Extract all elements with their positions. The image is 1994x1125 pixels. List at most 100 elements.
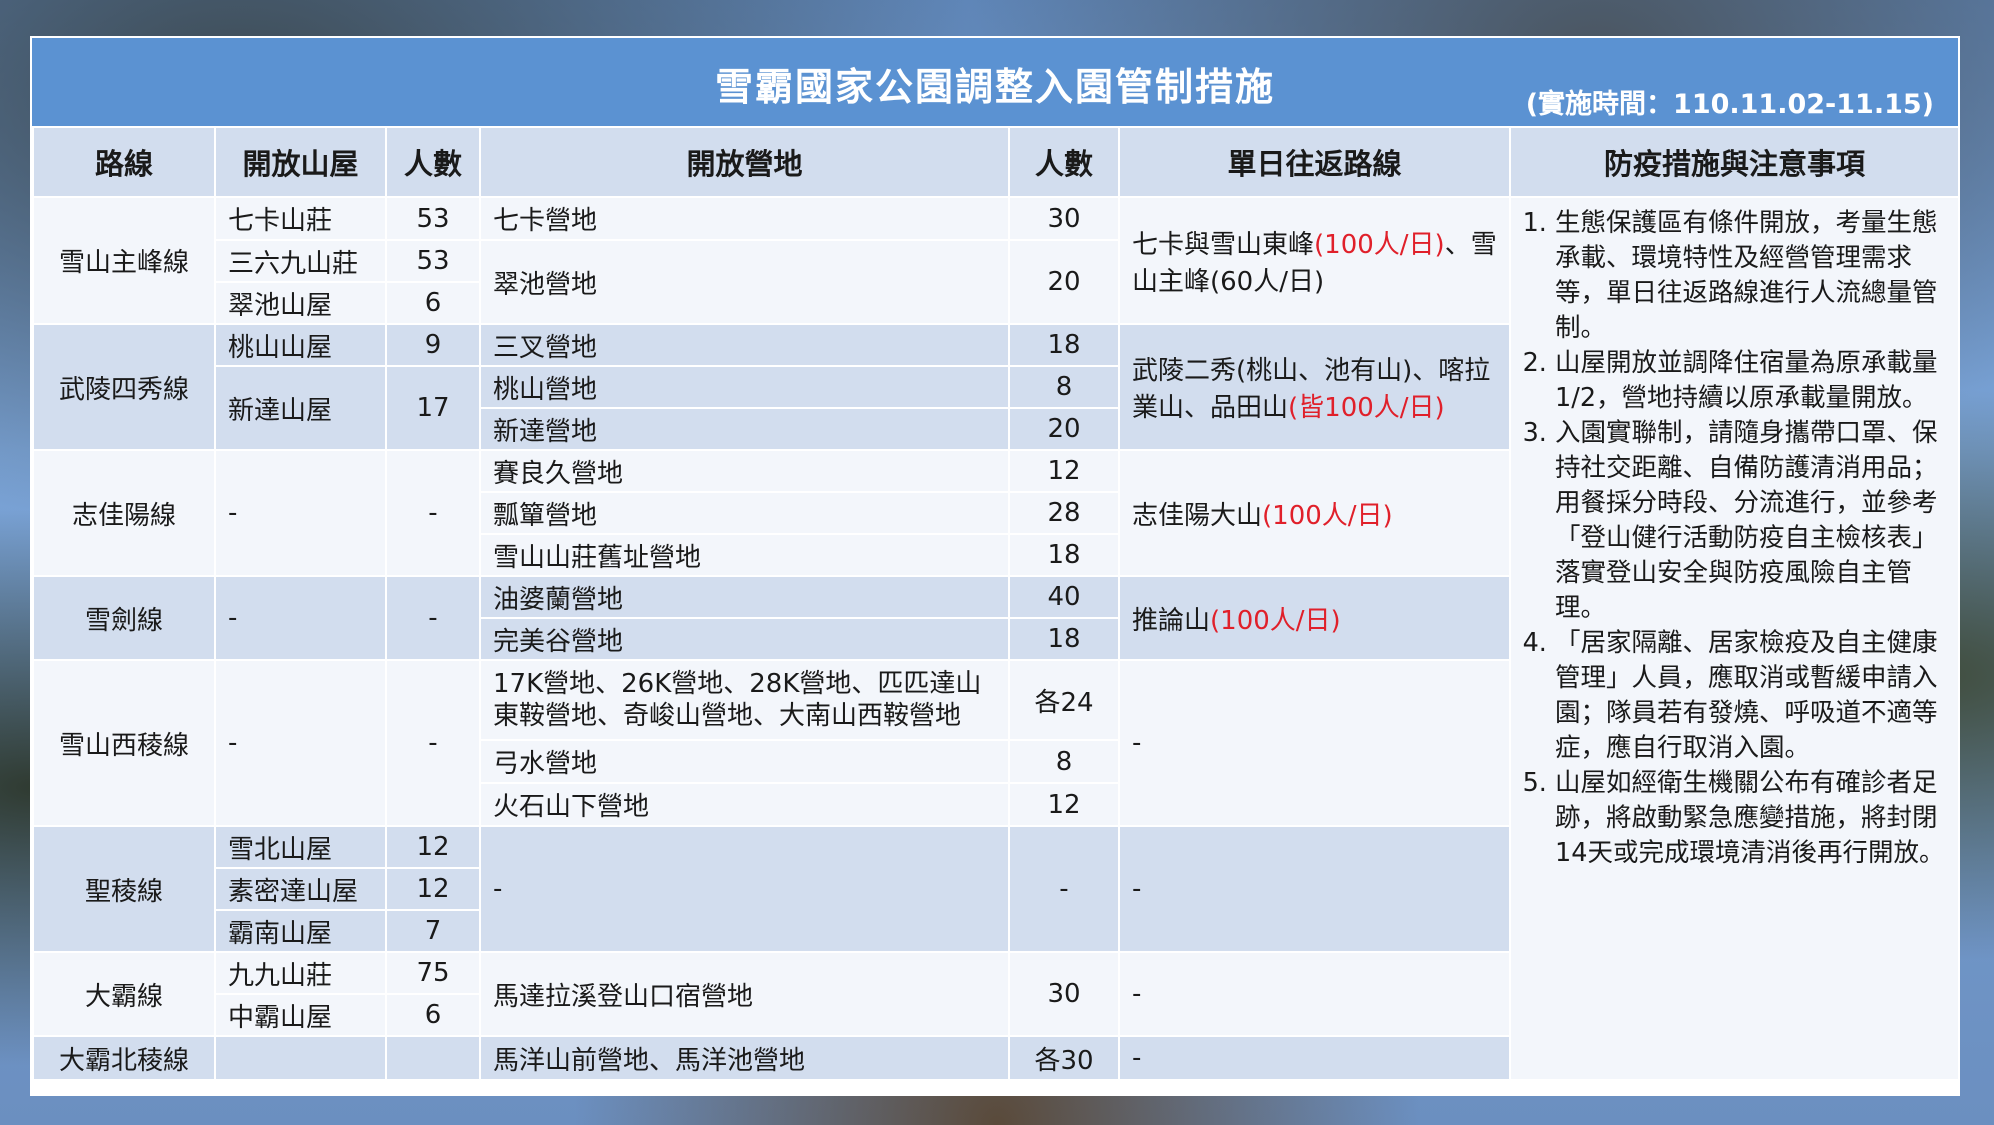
cabin-name: 新達山屋 [214, 365, 387, 451]
camp-name: 桃山營地 [479, 365, 1010, 409]
cabin-name: 九九山莊 [214, 951, 387, 995]
cabin-count: 6 [385, 993, 481, 1037]
col-header-camp: 開放營地 [479, 126, 1010, 198]
day-route-limit: (100人/日) [1262, 500, 1393, 531]
cabin-name: 七卡山莊 [214, 196, 387, 241]
day-route-limit: (100人/日) [1314, 229, 1445, 260]
note-item: 入園實聯制，請隨身攜帶口罩、保持社交距離、自備防護清消用品；用餐採分時段、分流進… [1555, 416, 1946, 626]
col-header-notes: 防疫措施與注意事項 [1509, 126, 1958, 198]
camp-count: 40 [1008, 575, 1120, 619]
camp-name: 火石山下營地 [479, 782, 1010, 827]
camp-name: 翠池營地 [479, 239, 1010, 325]
camp-count: 30 [1008, 951, 1120, 1037]
table-row: 雪山主峰線 七卡山莊 53 七卡營地 30 七卡與雪山東峰(100人/日)、雪山… [32, 196, 1958, 1081]
cabin-count: 17 [385, 365, 481, 451]
col-header-camp-count: 人數 [1008, 126, 1120, 198]
route-name: 大霸北稜線 [32, 1035, 216, 1081]
cabin-name: 雪北山屋 [214, 825, 387, 869]
camp-name: 瓢簞營地 [479, 491, 1010, 535]
cabin-count: 12 [385, 825, 481, 869]
cabin-name: - [214, 659, 387, 827]
camp-count: 12 [1008, 449, 1120, 493]
camp-name: 完美谷營地 [479, 617, 1010, 661]
camp-count: 8 [1008, 365, 1120, 409]
day-route: - [1118, 951, 1511, 1037]
cabin-count: - [385, 575, 481, 661]
cabin-count: 7 [385, 909, 481, 953]
route-name: 大霸線 [32, 951, 216, 1037]
camp-name: 油婆蘭營地 [479, 575, 1010, 619]
camp-name: 七卡營地 [479, 196, 1010, 241]
route-name: 武陵四秀線 [32, 323, 216, 451]
cabin-name: 翠池山屋 [214, 281, 387, 325]
note-item: 山屋開放並調降住宿量為原承載量1/2，營地持續以原承載量開放。 [1555, 346, 1946, 416]
day-route: 志佳陽大山(100人/日) [1118, 449, 1511, 577]
camp-name: 17K營地、26K營地、28K營地、匹匹達山東鞍營地、奇峻山營地、大南山西鞍營地 [479, 659, 1010, 741]
col-header-day-route: 單日往返路線 [1118, 126, 1511, 198]
day-route: - [1118, 1035, 1511, 1081]
note-item: 生態保護區有條件開放，考量生態承載、環境特性及經營管理需求等，單日往返路線進行人… [1555, 206, 1946, 346]
day-route-limit: (皆100人/日) [1288, 393, 1445, 423]
camp-count: 20 [1008, 407, 1120, 451]
title-bar: 雪霸國家公園調整入園管制措施 (實施時間：110.11.02-11.15) [32, 38, 1958, 126]
day-route-text: 推論山 [1132, 605, 1211, 636]
camp-name: - [479, 825, 1010, 953]
cabin-name [214, 1035, 387, 1081]
cabin-name: 素密達山屋 [214, 867, 387, 911]
route-name: 雪山西稜線 [32, 659, 216, 827]
camp-count: 18 [1008, 323, 1120, 367]
camp-name: 馬達拉溪登山口宿營地 [479, 951, 1010, 1037]
camp-count: 20 [1008, 239, 1120, 325]
camp-count: 18 [1008, 617, 1120, 661]
day-route: - [1118, 825, 1511, 953]
cabin-count: 53 [385, 239, 481, 283]
notes-list: 生態保護區有條件開放，考量生態承載、環境特性及經營管理需求等，單日往返路線進行人… [1525, 206, 1946, 871]
camp-name: 三叉營地 [479, 323, 1010, 367]
camp-count: 各30 [1008, 1035, 1120, 1081]
regulation-table: 路線 開放山屋 人數 開放營地 人數 單日往返路線 防疫措施與注意事項 雪山主峰… [32, 126, 1958, 1081]
day-route-text: 志佳陽大山 [1132, 500, 1263, 531]
col-header-cabin-count: 人數 [385, 126, 481, 198]
cabin-count: 12 [385, 867, 481, 911]
cabin-count: 75 [385, 951, 481, 995]
regulation-panel: 雪霸國家公園調整入園管制措施 (實施時間：110.11.02-11.15) 路線… [30, 36, 1960, 1096]
cabin-count: - [385, 659, 481, 827]
cabin-name: 霸南山屋 [214, 909, 387, 953]
day-route: 七卡與雪山東峰(100人/日)、雪山主峰(60人/日) [1118, 196, 1511, 325]
notes-cell: 生態保護區有條件開放，考量生態承載、環境特性及經營管理需求等，單日往返路線進行人… [1509, 196, 1958, 1081]
camp-name: 弓水營地 [479, 739, 1010, 784]
cabin-count: 53 [385, 196, 481, 241]
camp-count: 8 [1008, 739, 1120, 784]
camp-name: 雪山山莊舊址營地 [479, 533, 1010, 577]
cabin-count: 9 [385, 323, 481, 367]
cabin-count: - [385, 449, 481, 577]
camp-count: - [1008, 825, 1120, 953]
cabin-count: 6 [385, 281, 481, 325]
route-name: 雪山主峰線 [32, 196, 216, 325]
camp-count: 各24 [1008, 659, 1120, 741]
route-name: 雪劍線 [32, 575, 216, 661]
camp-name: 馬洋山前營地、馬洋池營地 [479, 1035, 1010, 1081]
cabin-name: - [214, 575, 387, 661]
day-route-limit: (100人/日) [1210, 605, 1341, 636]
day-route: 武陵二秀(桃山、池有山)、喀拉業山、品田山(皆100人/日) [1118, 323, 1511, 451]
camp-name: 新達營地 [479, 407, 1010, 451]
day-route-text: 七卡與雪山東峰 [1132, 229, 1315, 260]
cabin-name: - [214, 449, 387, 577]
camp-count: 30 [1008, 196, 1120, 241]
cabin-count [385, 1035, 481, 1081]
route-name: 聖稜線 [32, 825, 216, 953]
camp-count: 12 [1008, 782, 1120, 827]
col-header-cabin: 開放山屋 [214, 126, 387, 198]
day-route: - [1118, 659, 1511, 827]
camp-count: 28 [1008, 491, 1120, 535]
cabin-name: 三六九山莊 [214, 239, 387, 283]
note-item: 「居家隔離、居家檢疫及自主健康管理」人員，應取消或暫緩申請入園；隊員若有發燒、呼… [1555, 626, 1946, 766]
col-header-route: 路線 [32, 126, 216, 198]
route-name: 志佳陽線 [32, 449, 216, 577]
header-row: 路線 開放山屋 人數 開放營地 人數 單日往返路線 防疫措施與注意事項 [32, 126, 1958, 198]
day-route: 推論山(100人/日) [1118, 575, 1511, 661]
cabin-name: 中霸山屋 [214, 993, 387, 1037]
note-item: 山屋如經衛生機關公布有確診者足跡，將啟動緊急應變措施，將封閉14天或完成環境清消… [1555, 766, 1946, 871]
camp-count: 18 [1008, 533, 1120, 577]
